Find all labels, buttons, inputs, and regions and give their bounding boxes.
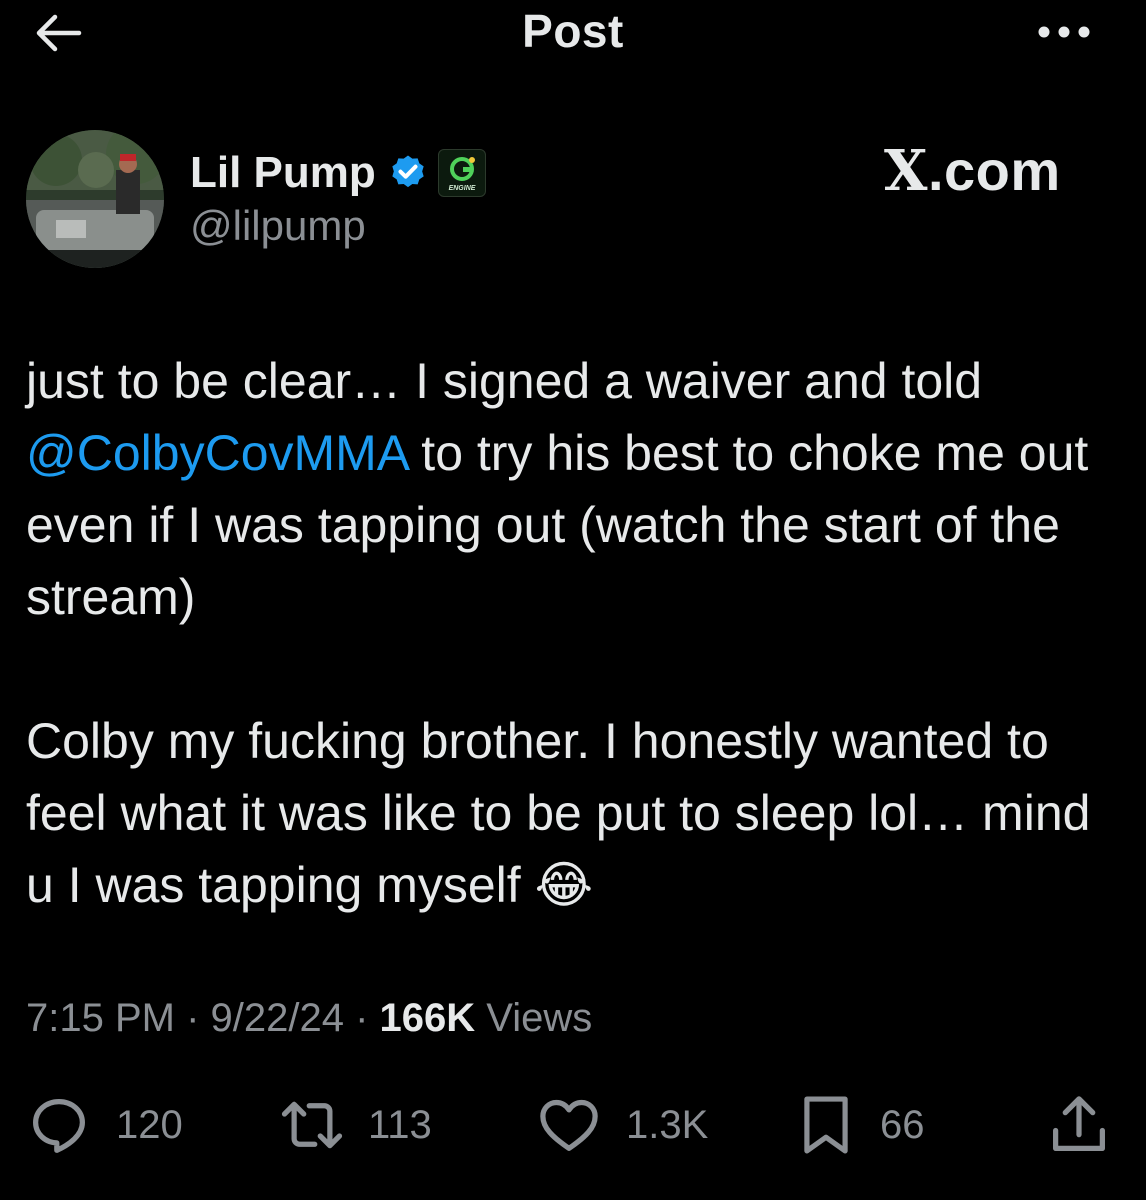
post-paragraph-1: just to be clear… I signed a waiver and …: [26, 345, 1126, 633]
laughing-emoji: 😂: [534, 857, 594, 913]
watermark-x-logo: X: [884, 138, 928, 204]
watermark-domain: .com: [927, 139, 1061, 202]
post-date[interactable]: 9/22/24: [211, 996, 344, 1040]
post-paragraph-2: Colby my fucking brother. I honestly wan…: [26, 705, 1126, 921]
repost-icon: [281, 1101, 343, 1149]
bookmark-button[interactable]: 66: [796, 1085, 925, 1165]
affiliate-badge[interactable]: ENGINE: [437, 149, 486, 197]
share-button[interactable]: [1046, 1085, 1112, 1165]
post-text-line-1: just to be clear… I signed a waiver and …: [26, 353, 983, 409]
mention-link[interactable]: @ColbyCovMMA: [26, 425, 407, 481]
meta-separator: ·: [343, 996, 380, 1040]
name-row: Lil Pump ENGINE: [190, 148, 486, 198]
like-button[interactable]: 1.3K: [536, 1085, 708, 1165]
reply-count: 120: [116, 1102, 183, 1147]
share-icon: [1053, 1096, 1105, 1151]
engine-logo-icon: ENGINE: [448, 157, 476, 192]
meta-separator: ·: [174, 996, 211, 1040]
reply-button[interactable]: 120: [26, 1085, 183, 1165]
verified-badge-icon[interactable]: [388, 153, 428, 193]
like-count: 1.3K: [626, 1102, 709, 1147]
handle[interactable]: @lilpump: [190, 202, 366, 250]
repost-button[interactable]: 113: [276, 1085, 432, 1165]
more-horizontal-icon: [1038, 26, 1090, 38]
avatar[interactable]: [26, 130, 164, 268]
views-count[interactable]: 166K: [380, 996, 476, 1040]
post-time[interactable]: 7:15 PM: [26, 996, 175, 1040]
views-label: Views: [475, 996, 593, 1040]
heart-icon: [540, 1099, 598, 1151]
post-text: just to be clear… I signed a waiver and …: [26, 345, 1126, 921]
repost-count: 113: [368, 1102, 432, 1147]
bookmark-icon: [804, 1096, 848, 1154]
top-bar: Post: [0, 0, 1146, 70]
watermark: X.com: [884, 138, 1061, 204]
more-options-button[interactable]: [1030, 12, 1098, 52]
post-meta: 7:15 PM · 9/22/24 · 166K Views: [26, 996, 592, 1041]
svg-text:ENGINE: ENGINE: [448, 185, 475, 192]
bookmark-count: 66: [880, 1102, 925, 1147]
page-title: Post: [522, 5, 624, 57]
display-name[interactable]: Lil Pump: [190, 148, 376, 198]
avatar-photo: [26, 130, 164, 268]
reply-icon: [33, 1099, 85, 1153]
action-bar: 120 113 1.3K 66: [0, 1085, 1146, 1165]
